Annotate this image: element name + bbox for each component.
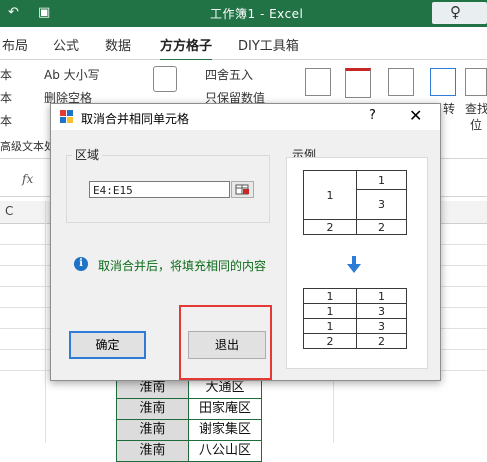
window-title: 工作簿1 - Excel [210,7,304,21]
ribbon-label-transfer: 转 [443,102,456,116]
info-icon: i [74,257,88,271]
range-label: 区域 [72,146,103,163]
tab-fangfang-gezi[interactable]: 方方格子 [160,35,213,62]
fx-icon[interactable]: fx [22,172,33,186]
dialog-title-bar: 取消合并相同单元格 ? ✕ [51,104,440,130]
ribbon-label-find: 查找 [465,102,487,116]
find-icon[interactable] [465,68,487,96]
ribbon-item[interactable]: 本 [0,66,12,83]
save-icon[interactable]: ▣ [38,5,50,20]
example-after-table: 11 13 13 22 [303,288,407,349]
table-cell: 3 [356,303,407,319]
paste-icon[interactable] [305,68,331,96]
table-cell[interactable]: 田家庵区 [188,398,262,420]
case-button[interactable]: Ab 大小写 [44,66,100,83]
ribbon-tabs: 布局 公式 数据 方方格子 DIY工具箱 [0,27,487,62]
table-cell: 1 [356,288,407,304]
exit-highlight-box [179,305,272,380]
table-cell[interactable]: 淮南 [116,419,189,441]
tab-layout[interactable]: 布局 [2,35,28,54]
app-icon [60,110,73,123]
table-cell: 2 [356,333,407,349]
table-cell: 1 [303,170,357,220]
ribbon-item[interactable]: 本 [0,112,12,129]
round-button[interactable]: 四舍五入 [205,66,253,83]
dialog-title: 取消合并相同单元格 [81,112,190,126]
close-icon[interactable]: ✕ [409,106,422,125]
ribbon-item[interactable]: 本 [0,89,12,106]
delete-grid-icon[interactable] [388,68,414,96]
undo-icon[interactable]: ↶ [8,5,19,20]
range-select-icon [235,184,249,195]
arrow-down-icon [347,256,361,273]
table-cell: 2 [356,219,407,235]
ok-button[interactable]: 确定 [69,331,146,359]
example-before-table: 1 1 3 2 2 [303,170,407,235]
excel-title-bar: ↶ ▣ 工作簿1 - Excel ♀ [0,0,487,27]
table-cell: 3 [356,318,407,334]
highlight-icon[interactable] [345,68,371,98]
ribbon-group-label: 高级文本处 [0,140,55,153]
table-cell[interactable]: 淮南 [116,398,189,420]
range-input[interactable]: E4:E15 [89,181,230,198]
table-cell[interactable]: 八公山区 [188,440,262,462]
table-cell: 1 [303,288,357,304]
grid-divider [45,201,46,443]
search-box[interactable]: ♀ [432,2,487,24]
table-cell: 1 [356,170,407,190]
tab-formulas[interactable]: 公式 [53,35,79,54]
ribbon-large-icon[interactable] [153,66,177,92]
tab-diy-toolbox[interactable]: DIY工具箱 [238,35,299,54]
info-text: 取消合并后，将填充相同的内容 [98,259,267,273]
range-select-button[interactable] [231,181,254,198]
table-cell: 1 [303,318,357,334]
unmerge-dialog: 取消合并相同单元格 ? ✕ 区域 E4:E15 i 取消合并后，将填充相同的内容… [50,103,441,381]
table-cell: 3 [356,189,407,220]
tab-data[interactable]: 数据 [105,35,131,54]
transfer-icon[interactable] [430,68,456,96]
table-cell: 1 [303,303,357,319]
help-button[interactable]: ? [369,108,376,123]
column-header-c[interactable]: C [5,204,13,218]
table-cell[interactable]: 淮南 [116,440,189,462]
search-icon: ♀ [450,3,461,21]
table-cell[interactable]: 谢家集区 [188,419,262,441]
table-cell: 2 [303,333,357,349]
table-cell: 2 [303,219,357,235]
ribbon-label-pos: 位 [470,118,483,132]
